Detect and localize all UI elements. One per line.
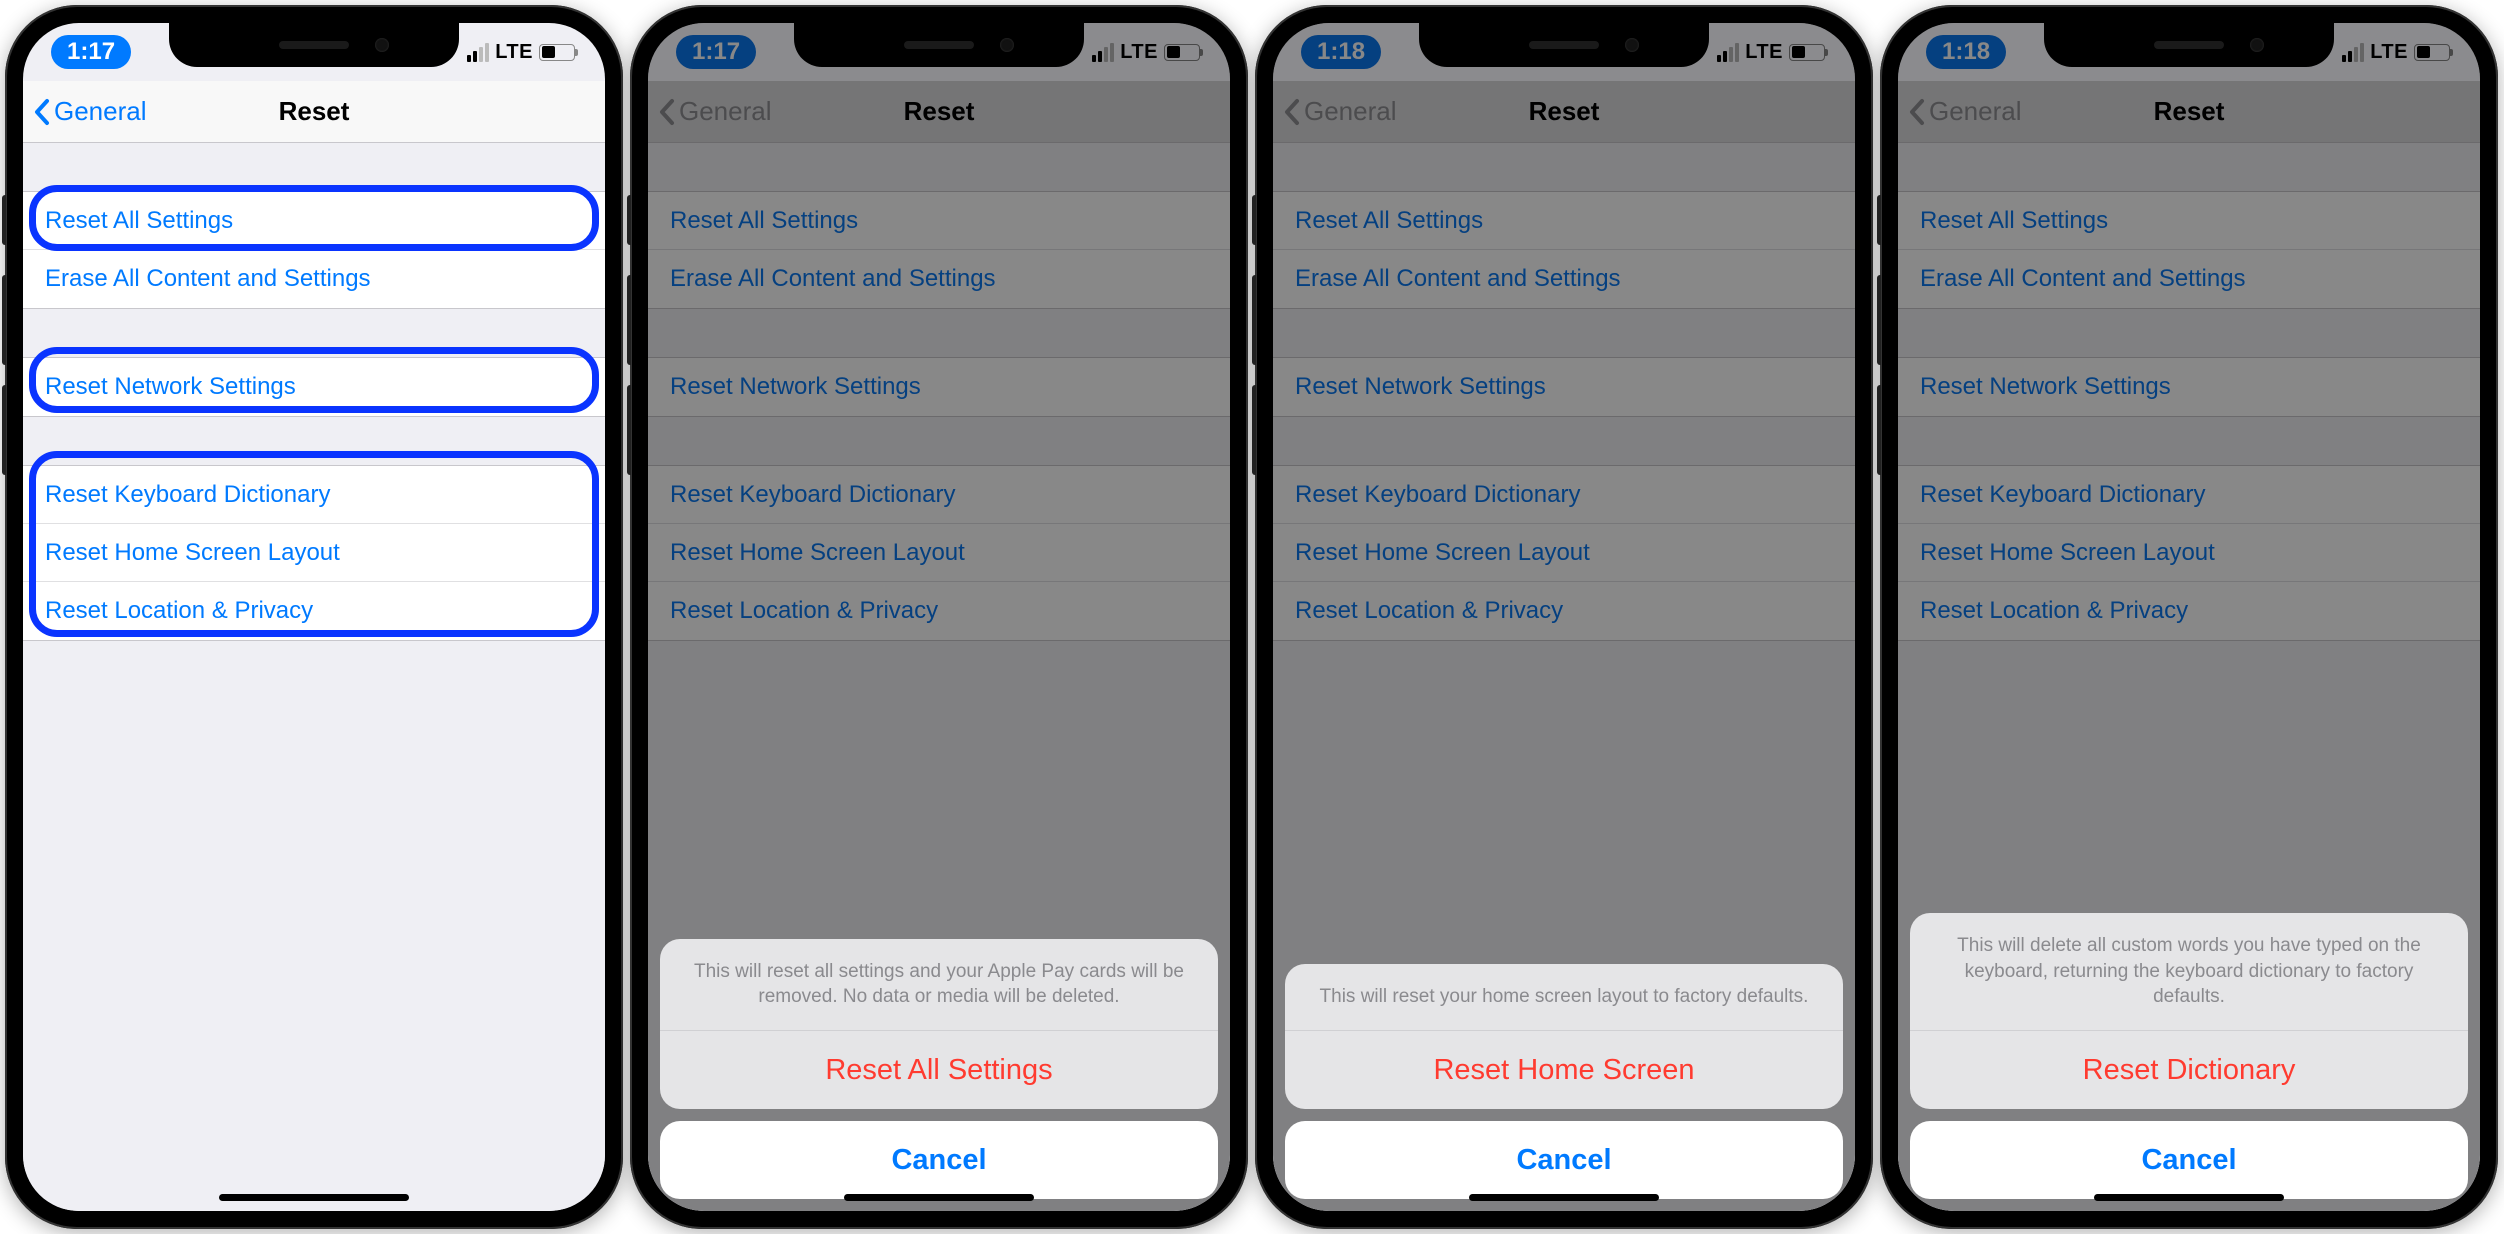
back-label: General <box>54 96 147 127</box>
notch <box>794 23 1084 67</box>
reset-home-screen-row[interactable]: Reset Home Screen Layout <box>23 524 605 582</box>
action-sheet: This will delete all custom words you ha… <box>1910 913 2468 1199</box>
sheet-action-label: Reset All Settings <box>825 1054 1052 1087</box>
sheet-destructive-button[interactable]: Reset All Settings <box>660 1031 1218 1109</box>
sheet-action-label: Reset Dictionary <box>2083 1054 2296 1087</box>
reset-all-settings-row[interactable]: Reset All Settings <box>23 192 605 250</box>
cancel-button[interactable]: Cancel <box>660 1121 1218 1199</box>
cancel-button[interactable]: Cancel <box>1285 1121 1843 1199</box>
phone-frame: 1:18 LTE General Reset Reset All Setting… <box>1255 5 1873 1229</box>
nav-bar: General Reset <box>23 81 605 143</box>
sheet-action-label: Reset Home Screen <box>1433 1054 1694 1087</box>
row-label: Reset All Settings <box>45 207 233 235</box>
cancel-label: Cancel <box>1516 1144 1611 1177</box>
signal-icon <box>467 43 489 62</box>
content-area: Reset All Settings Erase All Content and… <box>23 143 605 1211</box>
home-indicator[interactable] <box>1469 1194 1659 1201</box>
action-sheet: This will reset all settings and your Ap… <box>660 939 1218 1199</box>
notch <box>1419 23 1709 67</box>
screen: 1:18 LTE General Reset Reset All Setting… <box>1898 23 2480 1211</box>
notch <box>2044 23 2334 67</box>
home-indicator[interactable] <box>219 1194 409 1201</box>
home-indicator[interactable] <box>844 1194 1034 1201</box>
reset-network-row[interactable]: Reset Network Settings <box>23 358 605 416</box>
row-label: Reset Location & Privacy <box>45 597 313 625</box>
sheet-message: This will reset all settings and your Ap… <box>660 939 1218 1031</box>
reset-keyboard-row[interactable]: Reset Keyboard Dictionary <box>23 466 605 524</box>
network-label: LTE <box>495 41 533 64</box>
phone-frame: 1:18 LTE General Reset Reset All Setting… <box>1880 5 2498 1229</box>
sheet-message: This will reset your home screen layout … <box>1285 964 1843 1031</box>
phone-frame: 1:17 LTE General Reset Reset All Setting… <box>5 5 623 1229</box>
cancel-label: Cancel <box>891 1144 986 1177</box>
action-sheet: This will reset your home screen layout … <box>1285 964 1843 1199</box>
sheet-destructive-button[interactable]: Reset Dictionary <box>1910 1031 2468 1109</box>
status-icons: LTE <box>467 41 575 64</box>
sheet-destructive-button[interactable]: Reset Home Screen <box>1285 1031 1843 1109</box>
phone-frame: 1:17 LTE General Reset Reset All Setting… <box>630 5 1248 1229</box>
screen: 1:17 LTE General Reset Reset All Setting… <box>23 23 605 1211</box>
chevron-left-icon <box>33 98 51 126</box>
home-indicator[interactable] <box>2094 1194 2284 1201</box>
battery-icon <box>539 44 575 61</box>
row-label: Reset Home Screen Layout <box>45 539 340 567</box>
notch <box>169 23 459 67</box>
reset-location-row[interactable]: Reset Location & Privacy <box>23 582 605 640</box>
erase-all-content-row[interactable]: Erase All Content and Settings <box>23 250 605 308</box>
screen: 1:17 LTE General Reset Reset All Setting… <box>648 23 1230 1211</box>
row-label: Reset Keyboard Dictionary <box>45 481 330 509</box>
back-button[interactable]: General <box>33 96 147 127</box>
row-label: Erase All Content and Settings <box>45 265 371 293</box>
cancel-button[interactable]: Cancel <box>1910 1121 2468 1199</box>
status-time: 1:17 <box>51 35 131 69</box>
screen: 1:18 LTE General Reset Reset All Setting… <box>1273 23 1855 1211</box>
sheet-message: This will delete all custom words you ha… <box>1910 913 2468 1031</box>
cancel-label: Cancel <box>2141 1144 2236 1177</box>
row-label: Reset Network Settings <box>45 373 296 401</box>
